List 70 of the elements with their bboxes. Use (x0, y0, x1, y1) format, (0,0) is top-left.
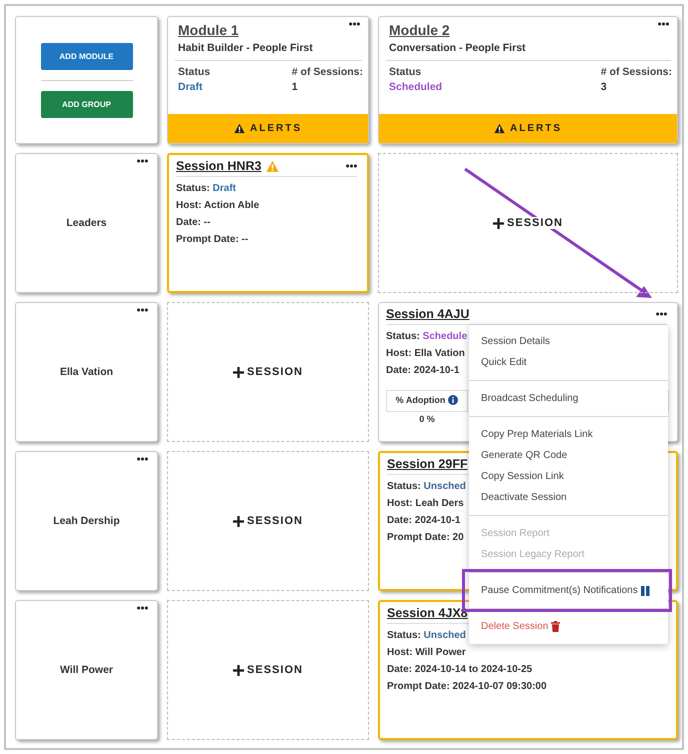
more-icon[interactable] (137, 457, 148, 461)
session-detail: Date: 2024-10-14 to 2024-10-25 (387, 664, 532, 675)
session-detail: Prompt Date: 2024-10-07 09:30:00 (387, 681, 547, 692)
menu-item[interactable]: Generate QR Code (469, 445, 668, 466)
info-icon[interactable] (448, 395, 458, 405)
menu-item[interactable]: Quick Edit (469, 352, 668, 373)
add-session-button[interactable]: SESSION (233, 664, 303, 676)
group-name: Ella Vation (60, 366, 114, 378)
status-line: Status: Schedule (386, 331, 468, 342)
warning-icon (494, 123, 505, 134)
plus-icon (233, 516, 244, 526)
menu-item[interactable]: Deactivate Session (469, 487, 668, 508)
sessions-count: 1 (292, 81, 299, 93)
status-line: Status: Unsched (387, 481, 466, 492)
trash-icon (551, 621, 560, 632)
status-value: Scheduled (389, 81, 442, 93)
more-icon[interactable] (656, 312, 667, 316)
add-button[interactable]: ADD MODULE (40, 42, 132, 70)
add-session-button[interactable]: SESSION (233, 515, 303, 527)
session-detail: Date: 2024-10-1 (387, 515, 460, 526)
module-title[interactable]: Module 1 (178, 22, 239, 38)
session-detail: Date: 2024-10-1 (386, 365, 460, 376)
module-title[interactable]: Module 2 (389, 22, 450, 38)
sessions-label: # of Sessions: (292, 66, 363, 78)
adoption-header: % Adoption (396, 395, 446, 405)
alerts-button[interactable]: ALERTS (379, 114, 677, 143)
group-name: Leaders (66, 217, 107, 229)
menu-item[interactable]: Copy Prep Materials Link (469, 424, 668, 445)
adoption-value: 0 % (419, 414, 435, 424)
add-session-button[interactable]: SESSION (493, 217, 563, 229)
session-detail: Date: -- (176, 217, 210, 228)
menu-item[interactable]: Delete Session (469, 616, 668, 637)
session-detail: Host: Will Power (387, 647, 466, 658)
sessions-label: # of Sessions: (600, 66, 672, 78)
menu-item[interactable]: Broadcast Scheduling (469, 388, 668, 409)
session-detail: Host: Ella Vation (386, 348, 465, 359)
alerts-button[interactable]: ALERTS (168, 114, 368, 143)
module-subtitle: Conversation - People First (386, 42, 671, 61)
module-subtitle: Habit Builder - People First (175, 42, 362, 61)
more-icon[interactable] (346, 164, 357, 168)
more-icon[interactable] (658, 22, 669, 26)
status-line: Status: Unsched (387, 630, 466, 641)
session-detail: Host: Leah Ders (387, 498, 464, 509)
warning-icon (234, 123, 245, 134)
session-title[interactable]: Session 4AJU (386, 307, 470, 321)
session-detail: Host: Action Able (176, 200, 260, 211)
plus-icon (493, 218, 504, 228)
more-icon[interactable] (349, 22, 360, 26)
session-title[interactable]: Session HNR3 (176, 159, 262, 173)
add-session-button[interactable]: SESSION (233, 366, 303, 378)
more-icon[interactable] (137, 606, 148, 610)
plus-icon (233, 664, 244, 676)
add-button[interactable]: ADD GROUP (40, 90, 132, 118)
session-title[interactable]: Session 29FF (387, 457, 468, 471)
more-icon[interactable] (137, 159, 148, 163)
more-icon[interactable] (137, 308, 148, 312)
plus-icon (233, 366, 244, 378)
pause-icon (640, 586, 650, 596)
status-label: Status (178, 66, 210, 78)
session-detail: Prompt Date: 20 (387, 532, 464, 543)
status-value: Draft (178, 81, 204, 93)
session-detail: Prompt Date: -- (176, 234, 248, 245)
group-name: Leah Dership (53, 515, 120, 527)
status-label: Status (389, 66, 422, 78)
menu-item[interactable]: Pause Commitment(s) Notifications (469, 580, 668, 601)
group-name: Will Power (60, 664, 113, 676)
sessions-count: 3 (600, 81, 608, 93)
menu-item[interactable]: Session Details (469, 331, 668, 352)
menu-item[interactable]: Copy Session Link (469, 466, 668, 487)
status-line: Status: Draft (176, 183, 236, 194)
